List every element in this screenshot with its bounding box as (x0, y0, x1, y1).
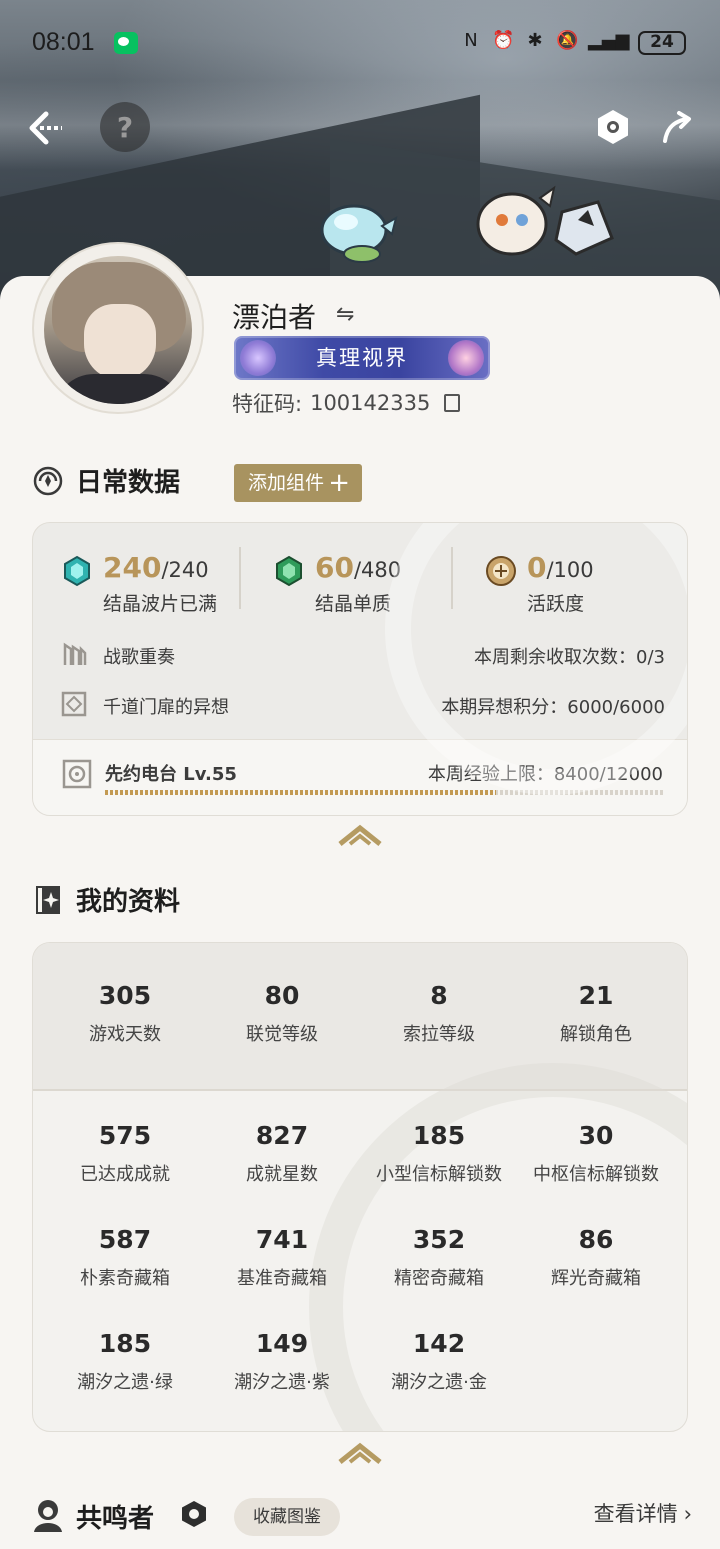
crystal-waveplate-icon (64, 555, 90, 587)
stat-value: 240/240 (103, 551, 209, 584)
daily-row-battle-song[interactable]: 战歌重奏 本周剩余收取次数：0/3 (59, 637, 665, 671)
my-info-icon (36, 885, 60, 914)
daily-section-header: 日常数据 (32, 462, 180, 499)
stat-game-days: 305 游戏天数 (89, 981, 161, 1045)
wechat-notification-icon (114, 32, 138, 54)
stat-label: 活跃度 (527, 593, 585, 615)
uid-value: 100142335 (310, 391, 431, 415)
uid-row: 特征码: 100142335 (232, 388, 461, 418)
back-button[interactable] (22, 104, 70, 152)
stat-label: 结晶波片已满 (103, 593, 218, 615)
signal-icon: ▂▄▆ (588, 30, 630, 51)
chevron-right-icon: › (683, 1502, 692, 1526)
share-arrow-icon (663, 111, 691, 143)
title-badge[interactable]: 真理视界 (234, 336, 490, 380)
mute-icon: 🔕 (556, 30, 579, 51)
stat-small-beacons: 185 小型信标解锁数 (376, 1121, 502, 1185)
status-icons: N ⏰ ✱ 🔕 ▂▄▆ (460, 30, 630, 52)
uid-label: 特征码: (232, 392, 303, 416)
battery-indicator: 24 (638, 31, 686, 55)
stat-value: 60/480 (315, 551, 402, 584)
stat-value: 0/100 (527, 551, 594, 584)
stat-advanced-chest: 352 精密奇藏箱 (394, 1225, 484, 1289)
status-bar: 08:01 N ⏰ ✱ 🔕 ▂▄▆ 24 (0, 20, 720, 64)
row-name: 千道门扉的异想 (103, 697, 229, 718)
swap-account-icon[interactable]: ⇋ (336, 303, 360, 327)
activity-icon (486, 556, 516, 586)
alarm-icon: ⏰ (492, 30, 515, 51)
username: 漂泊者 (232, 301, 317, 334)
section-title-resonators: 共鸣者 (76, 1504, 155, 1534)
status-time: 08:01 (32, 28, 95, 56)
copy-icon[interactable] (444, 394, 461, 412)
radio-name: 先约电台 Lv.55 (105, 764, 237, 785)
add-widget-button[interactable]: 添加组件 + (234, 464, 362, 502)
stat-union-level: 80 联觉等级 (246, 981, 318, 1045)
divider (33, 1089, 687, 1091)
nfc-icon: N (464, 30, 478, 51)
radio-progress-fill (105, 790, 496, 795)
hexagon-settings-icon[interactable] (180, 1500, 208, 1528)
plus-icon: + (328, 468, 350, 498)
resonator-avatar-icon (34, 1500, 62, 1532)
stat-tidal-purple: 149 潮汐之遗·紫 (234, 1329, 330, 1393)
collection-button[interactable]: 收藏图鉴 (234, 1498, 340, 1536)
stat-central-beacons: 30 中枢信标解锁数 (533, 1121, 659, 1185)
battle-song-icon (63, 642, 87, 665)
hexagon-settings-icon (598, 110, 628, 144)
daily-row-doors-fantasy[interactable]: 千道门扉的异想 本期异想积分：6000/6000 (59, 687, 665, 721)
collapse-daily-chevron-icon[interactable] (336, 822, 384, 846)
view-details-link[interactable]: 查看详情 › (594, 1498, 692, 1528)
divider (451, 547, 453, 609)
question-icon: ? (116, 110, 134, 144)
stat-luminous-chest: 86 辉光奇藏箱 (551, 1225, 641, 1289)
help-button[interactable]: ? (100, 102, 150, 152)
stat-tidal-green: 185 潮汐之遗·绿 (77, 1329, 173, 1393)
bluetooth-icon: ✱ (527, 30, 543, 51)
stat-label: 结晶单质 (315, 593, 392, 615)
settings-button[interactable] (592, 106, 634, 148)
row-name: 战歌重奏 (103, 647, 175, 668)
avatar[interactable] (44, 256, 192, 404)
pet-white-creatures[interactable] (470, 180, 620, 270)
radio-exp-limit: 本周经验上限：8400/12000 (427, 764, 663, 785)
row-value: 本期异想积分：6000/6000 (441, 697, 665, 718)
collapse-info-chevron-icon[interactable] (336, 1440, 384, 1464)
my-info-section-header: 我的资料 (32, 881, 180, 918)
share-button[interactable] (654, 104, 700, 150)
doors-fantasy-icon (61, 691, 87, 717)
add-widget-label: 添加组件 (248, 472, 325, 494)
crystal-solvent-icon (276, 555, 302, 587)
stat-sol-level: 8 索拉等级 (403, 981, 475, 1045)
daily-data-icon (33, 466, 63, 495)
stat-achievement-stars: 827 成就星数 (246, 1121, 318, 1185)
resonators-section-header: 共鸣者 收藏图鉴 查看详情 › (32, 1490, 692, 1540)
pet-blue-blob[interactable] (318, 196, 398, 266)
back-arrow-icon (29, 111, 62, 145)
section-title-my-info: 我的资料 (76, 887, 181, 917)
stat-tidal-gold: 142 潮汐之遗·金 (391, 1329, 487, 1393)
radio-progress-track (105, 790, 663, 795)
my-info-panel: 305 游戏天数 80 联觉等级 8 索拉等级 21 解锁角色 575 已达成成就 827… (32, 942, 688, 1432)
stat-unlocked-characters: 21 解锁角色 (560, 981, 632, 1045)
stat-achievements: 575 已达成成就 (80, 1121, 170, 1185)
radio-station-icon (62, 759, 92, 789)
radio-station-bar[interactable]: 先约电台 Lv.55 本周经验上限：8400/12000 (33, 739, 687, 815)
stat-standard-chest: 741 基准奇藏箱 (237, 1225, 327, 1289)
divider (239, 547, 241, 609)
stat-basic-chest: 587 朴素奇藏箱 (80, 1225, 170, 1289)
section-title-daily: 日常数据 (76, 468, 181, 498)
daily-data-panel: 240/240 结晶波片已满 60/480 结晶单质 0/100 活跃度 战歌重… (32, 522, 688, 816)
row-value: 本周剩余收取次数：0/3 (474, 647, 665, 668)
